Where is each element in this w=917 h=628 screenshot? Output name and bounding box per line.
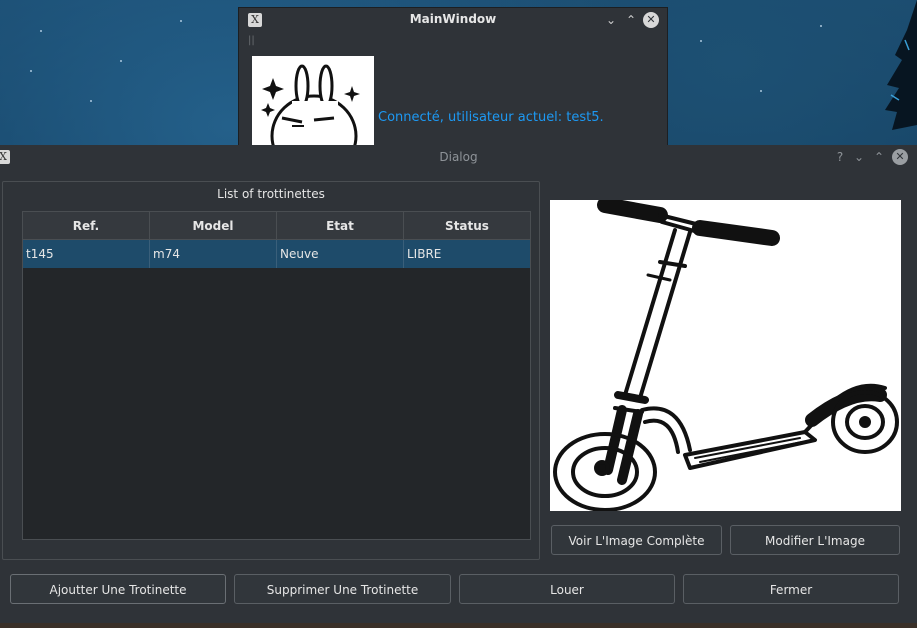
modify-image-button[interactable]: Modifier L'Image — [730, 525, 900, 555]
column-header-status[interactable]: Status — [404, 212, 530, 240]
view-full-image-button[interactable]: Voir L'Image Complète — [551, 525, 722, 555]
chevron-up-icon[interactable]: ⌃ — [623, 12, 639, 28]
scooter-image — [550, 200, 901, 511]
column-header-model[interactable]: Model — [150, 212, 277, 240]
table-cell[interactable]: t145 — [23, 240, 150, 268]
chevron-down-icon[interactable]: ⌄ — [851, 149, 867, 165]
chevron-up-icon[interactable]: ⌃ — [871, 149, 887, 165]
close-button[interactable]: Fermer — [683, 574, 899, 604]
chevron-down-icon[interactable]: ⌄ — [603, 12, 619, 28]
rent-button[interactable]: Louer — [459, 574, 675, 604]
table-row[interactable]: t145 m74 Neuve LIBRE — [23, 240, 530, 268]
trottinettes-table[interactable]: Ref. Model Etat Status t145 m74 Neuve LI… — [22, 211, 531, 540]
column-header-etat[interactable]: Etat — [277, 212, 404, 240]
login-status-label: Connecté, utilisateur actuel: test5. — [378, 110, 604, 125]
dialog-window: X Dialog ? ⌄ ⌃ ✕ List of trottinettes Re… — [0, 145, 917, 628]
table-cell[interactable]: Neuve — [277, 240, 404, 268]
table-cell[interactable]: m74 — [150, 240, 277, 268]
tree-silhouette — [885, 0, 917, 130]
table-cell[interactable]: LIBRE — [404, 240, 530, 268]
close-icon[interactable]: ✕ — [892, 149, 908, 165]
add-trotinette-button[interactable]: Ajoutter Une Trotinette — [10, 574, 226, 604]
delete-trotinette-button[interactable]: Supprimer Une Trotinette — [234, 574, 451, 604]
trottinettes-groupbox: List of trottinettes Ref. Model Etat Sta… — [2, 181, 540, 560]
dialog-titlebar[interactable]: X Dialog ? ⌄ ⌃ ✕ — [0, 145, 917, 169]
help-icon[interactable]: ? — [832, 149, 848, 165]
toolbar-grip[interactable]: || — [248, 35, 255, 46]
user-avatar — [252, 56, 374, 151]
main-window-titlebar[interactable]: X MainWindow ⌄ ⌃ ✕ — [239, 8, 667, 32]
groupbox-title: List of trottinettes — [217, 187, 325, 201]
column-header-ref[interactable]: Ref. — [23, 212, 150, 240]
table-header: Ref. Model Etat Status — [23, 212, 530, 240]
dialog-title: Dialog — [439, 150, 478, 164]
close-icon[interactable]: ✕ — [643, 12, 659, 28]
main-window: X MainWindow ⌄ ⌃ ✕ || Connecté, utilisat… — [238, 7, 668, 159]
taskbar-strip — [0, 623, 917, 628]
